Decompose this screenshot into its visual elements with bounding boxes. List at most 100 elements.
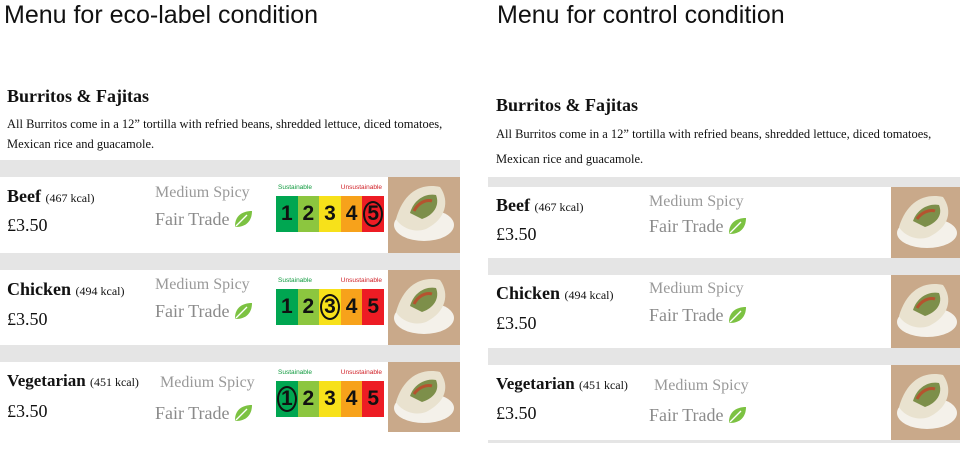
eco-label-header: Sustainable Unsustainable (276, 182, 384, 194)
selected-rating-circle (319, 294, 340, 320)
eco-rating-cell: 1 (276, 381, 298, 417)
eco-rating-scale: 12345 (276, 196, 384, 232)
leaf-icon (728, 218, 746, 234)
item-price: £3.50 (7, 215, 48, 235)
fair-trade-label: Fair Trade (155, 403, 253, 424)
eco-rating-number: 3 (324, 387, 336, 410)
separator-band (0, 160, 460, 177)
separator-band (488, 177, 960, 187)
eco-rating-number: 4 (345, 387, 358, 410)
eco-sustainable-text: Sustainable (278, 184, 312, 191)
fair-trade-label: Fair Trade (649, 216, 747, 237)
leaf-icon (234, 303, 252, 319)
eco-unsustainable-text: Unsustainable (340, 277, 382, 284)
control-menu: Burritos & Fajitas All Burritos come in … (488, 0, 960, 456)
menu-item-chicken: Chicken (494 kcal) £3.50 Medium Spicy Fa… (488, 275, 960, 348)
burrito-image (388, 362, 460, 432)
item-name: Vegetarian (451 kcal) (496, 374, 628, 393)
spice-level: Medium Spicy (160, 374, 255, 391)
burrito-image (388, 177, 460, 253)
item-price: £3.50 (7, 401, 48, 421)
eco-rating-cell: 2 (297, 289, 320, 325)
separator-band (488, 440, 960, 443)
eco-rating-cell: 4 (340, 289, 363, 325)
fair-trade-label: Fair Trade (649, 305, 747, 326)
eco-label-header: Sustainable Unsustainable (276, 275, 384, 287)
selected-rating-circle (363, 201, 384, 227)
eco-rating-number: 5 (367, 387, 380, 410)
eco-rating-cell: 5 (362, 196, 384, 232)
burrito-image (891, 275, 960, 348)
eco-rating-number: 4 (345, 295, 358, 318)
separator-band (0, 345, 460, 362)
item-name: Chicken (494 kcal) (496, 283, 614, 303)
separator-band (488, 258, 960, 275)
separator-band (488, 348, 960, 365)
leaf-icon (728, 307, 746, 323)
burrito-image (388, 270, 460, 345)
eco-rating-cell: 2 (297, 196, 320, 232)
eco-rating-cell: 5 (362, 381, 384, 417)
item-name: Vegetarian (451 kcal) (7, 371, 139, 390)
eco-rating-cell: 2 (297, 381, 320, 417)
leaf-icon (234, 211, 252, 227)
menu-item-beef: Beef (467 kcal) £3.50 Medium Spicy Fair … (488, 187, 960, 258)
eco-rating-cell: 4 (340, 381, 363, 417)
menu-item-beef: Beef (467 kcal) £3.50 Medium Spicy Fair … (0, 177, 460, 253)
eco-label-header: Sustainable Unsustainable (276, 367, 384, 379)
fair-trade-label: Fair Trade (155, 209, 253, 230)
item-kcal: (467 kcal) (534, 200, 584, 214)
fair-trade-label: Fair Trade (649, 405, 747, 426)
menu-description: All Burritos come in a 12” tortilla with… (7, 117, 443, 151)
item-price: £3.50 (7, 309, 48, 329)
item-name: Chicken (494 kcal) (7, 279, 125, 299)
item-name: Beef (467 kcal) (496, 195, 584, 215)
eco-label: Sustainable Unsustainable 12345 (276, 367, 384, 425)
leaf-icon (728, 407, 746, 423)
eco-rating-number: 5 (367, 295, 380, 318)
separator-band (0, 253, 460, 270)
leaf-icon (234, 405, 252, 421)
eco-rating-cell: 5 (362, 289, 384, 325)
spice-level: Medium Spicy (649, 280, 744, 297)
eco-sustainable-text: Sustainable (278, 369, 312, 376)
selected-rating-circle (276, 386, 297, 412)
eco-rating-number: 1 (280, 202, 293, 225)
item-kcal: (494 kcal) (564, 288, 614, 302)
menu-title: Burritos & Fajitas (7, 86, 149, 106)
spice-level: Medium Spicy (649, 193, 744, 210)
eco-label: Sustainable Unsustainable 12345 (276, 182, 384, 240)
eco-label: Sustainable Unsustainable 12345 (276, 275, 384, 333)
eco-rating-number: 2 (302, 295, 315, 318)
eco-rating-number: 4 (345, 202, 358, 225)
item-kcal: (451 kcal) (578, 378, 628, 392)
eco-rating-cell: 4 (340, 196, 363, 232)
eco-rating-cell: 1 (276, 289, 298, 325)
menu-item-vegetarian: Vegetarian (451 kcal) £3.50 Medium Spicy… (0, 362, 460, 432)
spice-level: Medium Spicy (155, 276, 250, 293)
fair-trade-label: Fair Trade (155, 301, 253, 322)
eco-unsustainable-text: Unsustainable (340, 184, 382, 191)
eco-rating-scale: 12345 (276, 381, 384, 417)
item-price: £3.50 (496, 224, 537, 244)
eco-rating-cell: 3 (319, 196, 341, 232)
eco-rating-scale: 12345 (276, 289, 384, 325)
eco-rating-number: 2 (302, 202, 315, 225)
eco-rating-cell: 3 (319, 381, 341, 417)
eco-rating-cell: 3 (319, 289, 341, 325)
eco-rating-number: 1 (280, 295, 293, 318)
eco-rating-number: 2 (302, 387, 315, 410)
spice-level: Medium Spicy (654, 377, 749, 394)
menu-description: All Burritos come in a 12” tortilla with… (496, 127, 932, 166)
item-kcal: (467 kcal) (45, 191, 95, 205)
spice-level: Medium Spicy (155, 184, 250, 201)
eco-sustainable-text: Sustainable (278, 277, 312, 284)
item-kcal: (451 kcal) (89, 375, 139, 389)
eco-label-menu: Burritos & Fajitas All Burritos come in … (0, 0, 470, 456)
item-kcal: (494 kcal) (75, 284, 125, 298)
menu-item-chicken: Chicken (494 kcal) £3.50 Medium Spicy Fa… (0, 270, 460, 345)
menu-title: Burritos & Fajitas (496, 95, 638, 115)
item-price: £3.50 (496, 313, 537, 333)
menu-item-vegetarian: Vegetarian (451 kcal) £3.50 Medium Spicy… (488, 365, 960, 440)
eco-unsustainable-text: Unsustainable (340, 369, 382, 376)
